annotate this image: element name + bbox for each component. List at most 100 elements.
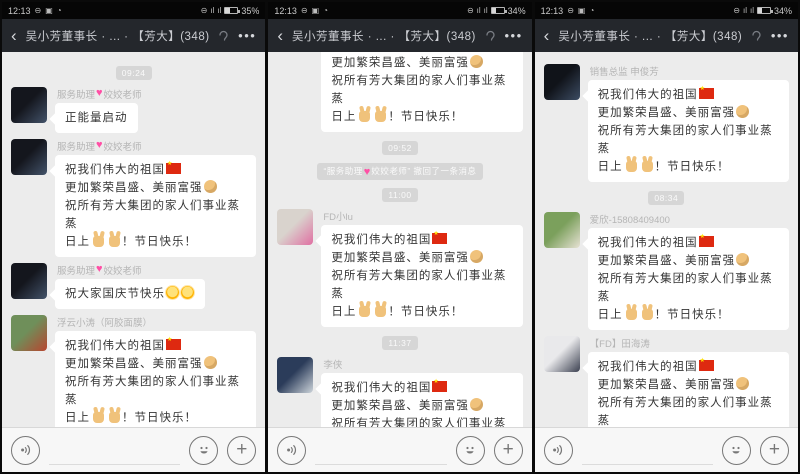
voice-button[interactable] xyxy=(11,436,40,465)
hearts-emoji: ♥ xyxy=(364,167,371,178)
victory-hand-emoji xyxy=(642,161,653,172)
nav-bar: ‹ 吴小芳董事长 · ... · 【芳大】(348) ••• xyxy=(2,19,265,52)
avatar[interactable] xyxy=(277,209,313,245)
fist-emoji xyxy=(736,377,749,390)
message-row: 服务助理♥姣姣老师祝我们伟大的祖国更加繁荣昌盛、美丽富强祝所有芳大集团的家人们事… xyxy=(11,139,256,257)
cn-flag-emoji xyxy=(699,360,714,371)
cn-flag-emoji xyxy=(699,88,714,99)
signal-icon: ıl xyxy=(484,6,488,15)
message-icon: ▣ xyxy=(312,6,320,15)
data-saver-icon: ⊖ xyxy=(467,6,474,15)
smiley-icon xyxy=(728,442,744,458)
timestamp: 09:24 xyxy=(11,63,256,81)
emoji-button[interactable] xyxy=(456,436,485,465)
message-bubble[interactable]: 祝我们伟大的祖国更加繁荣昌盛、美丽富强祝所有芳大集团的家人们事业蒸蒸日上！节日快… xyxy=(55,331,256,427)
voice-button[interactable] xyxy=(277,436,306,465)
more-button[interactable]: ••• xyxy=(505,28,523,43)
chat-area: 销售总监 申俊芳祝我们伟大的祖国更加繁荣昌盛、美丽富强祝所有芳大集团的家人们事业… xyxy=(535,52,798,427)
victory-hand-emoji xyxy=(109,412,120,423)
avatar[interactable] xyxy=(544,64,580,100)
more-button[interactable]: ••• xyxy=(771,28,789,43)
victory-hand-emoji xyxy=(375,306,386,317)
status-time: 12:13 xyxy=(274,6,297,16)
more-attach-button[interactable]: + xyxy=(494,436,523,465)
fist-emoji xyxy=(470,398,483,411)
system-message: “服务助理♥姣姣老师” 撤回了一条消息 xyxy=(277,161,522,180)
sender-name: 服务助理♥姣姣老师 xyxy=(57,263,205,276)
more-button[interactable]: ••• xyxy=(238,28,256,43)
message-bubble[interactable]: 祝我们伟大的祖国更加繁荣昌盛、美丽富强祝所有芳大集团的家人们事业蒸蒸日上！节日快… xyxy=(588,228,789,330)
nav-bar: ‹ 吴小芳董事长 · ... · 【芳大】(348) ••• xyxy=(535,19,798,52)
chat-title: 吴小芳董事长 · ... · 【芳大】(348) xyxy=(292,28,476,44)
message-bubble[interactable]: 祝我们伟大的祖国更加繁荣昌盛、美丽富强祝所有芳大集团的家人们事业蒸蒸日上！节日快… xyxy=(321,373,522,427)
avatar[interactable] xyxy=(544,336,580,372)
cn-flag-emoji xyxy=(166,339,181,350)
battery-percent: 34% xyxy=(774,6,792,16)
message-bubble[interactable]: 更加繁荣昌盛、美丽富强祝所有芳大集团的家人们事业蒸蒸日上！节日快乐！ xyxy=(321,52,522,132)
victory-hand-emoji xyxy=(359,111,370,122)
message-bubble[interactable]: 祝我们伟大的祖国更加繁荣昌盛、美丽富强祝所有芳大集团的家人们事业蒸蒸日上！节日快… xyxy=(55,155,256,257)
avatar[interactable] xyxy=(11,87,47,123)
avatar[interactable] xyxy=(11,263,47,299)
signal-icon: ıl xyxy=(750,6,754,15)
cn-flag-emoji xyxy=(699,236,714,247)
victory-hand-emoji xyxy=(93,236,104,247)
avatar[interactable] xyxy=(11,139,47,175)
status-bar: 12:13 ⊖ ▣ ◔ ⊖ ıl ıl 34% xyxy=(535,2,798,19)
earpiece-icon xyxy=(485,30,496,42)
avatar[interactable] xyxy=(544,212,580,248)
message-bubble[interactable]: 正能量启动 xyxy=(55,103,138,133)
more-attach-button[interactable]: + xyxy=(227,436,256,465)
fist-emoji xyxy=(736,105,749,118)
message-bubble[interactable]: 祝大家国庆节快乐 xyxy=(55,279,205,309)
sender-name: 服务助理♥姣姣老师 xyxy=(57,139,256,152)
message-icon: ▣ xyxy=(45,6,53,15)
input-bar: + xyxy=(268,427,531,472)
dnd-icon: ⊖ xyxy=(567,6,574,15)
signal-icon: ıl xyxy=(477,6,481,15)
message-row: FD小lu祝我们伟大的祖国更加繁荣昌盛、美丽富强祝所有芳大集团的家人们事业蒸蒸日… xyxy=(277,209,522,327)
back-button[interactable]: ‹ xyxy=(11,27,17,44)
data-saver-icon: ⊖ xyxy=(733,6,740,15)
input-bar: + xyxy=(535,427,798,472)
voice-wave-icon xyxy=(285,443,299,457)
status-time: 12:13 xyxy=(8,6,31,16)
back-button[interactable]: ‹ xyxy=(544,27,550,44)
status-bar: 12:13 ⊖ ▣ ◔ ⊖ ıl ıl 34% xyxy=(268,2,531,19)
fist-emoji xyxy=(470,250,483,263)
voice-button[interactable] xyxy=(544,436,573,465)
message-row: 服务助理♥姣姣老师正能量启动 xyxy=(11,87,256,133)
smiley-icon xyxy=(462,442,478,458)
chat-title: 吴小芳董事长 · ... · 【芳大】(348) xyxy=(558,28,742,44)
emoji-button[interactable] xyxy=(722,436,751,465)
victory-hand-emoji xyxy=(93,412,104,423)
three-wechat-screenshots: 12:13 ⊖ ▣ ◔ ⊖ ıl ıl 35% ‹ 吴小芳董事长 · ... ·… xyxy=(0,0,800,474)
battery-icon xyxy=(757,7,771,14)
plus-icon: + xyxy=(236,440,247,459)
avatar[interactable] xyxy=(11,315,47,351)
back-button[interactable]: ‹ xyxy=(277,27,283,44)
message-bubble[interactable]: 祝我们伟大的祖国更加繁荣昌盛、美丽富强祝所有芳大集团的家人们事业蒸蒸日上！节日快… xyxy=(588,352,789,427)
signal-icon: ıl xyxy=(743,6,747,15)
fist-emoji xyxy=(736,253,749,266)
cn-flag-emoji xyxy=(432,233,447,244)
more-attach-button[interactable]: + xyxy=(760,436,789,465)
alarm-icon: ◔ xyxy=(57,6,62,15)
emoji-button[interactable] xyxy=(189,436,218,465)
chat-title: 吴小芳董事长 · ... · 【芳大】(348) xyxy=(26,28,210,44)
victory-hand-emoji xyxy=(626,309,637,320)
sender-name: 爱欣-15808409400 xyxy=(590,212,789,225)
signal-icon: ıl xyxy=(210,6,214,15)
message-input[interactable] xyxy=(582,435,713,465)
sender-name: 李侠 xyxy=(323,357,522,370)
avatar[interactable] xyxy=(277,357,313,393)
message-bubble[interactable]: 祝我们伟大的祖国更加繁荣昌盛、美丽富强祝所有芳大集团的家人们事业蒸蒸日上！节日快… xyxy=(588,80,789,182)
sender-name: 【FD】田海涛 xyxy=(590,336,789,349)
wechat-screenshot-2: 12:13 ⊖ ▣ ◔ ⊖ ıl ıl 34% ‹ 吴小芳董事长 · ... ·… xyxy=(268,2,531,472)
dnd-icon: ⊖ xyxy=(35,6,42,15)
timestamp: 09:52 xyxy=(277,138,522,156)
message-input[interactable] xyxy=(315,435,446,465)
message-input[interactable] xyxy=(49,435,180,465)
message-bubble[interactable]: 祝我们伟大的祖国更加繁荣昌盛、美丽富强祝所有芳大集团的家人们事业蒸蒸日上！节日快… xyxy=(321,225,522,327)
sun-emoji xyxy=(166,286,179,299)
